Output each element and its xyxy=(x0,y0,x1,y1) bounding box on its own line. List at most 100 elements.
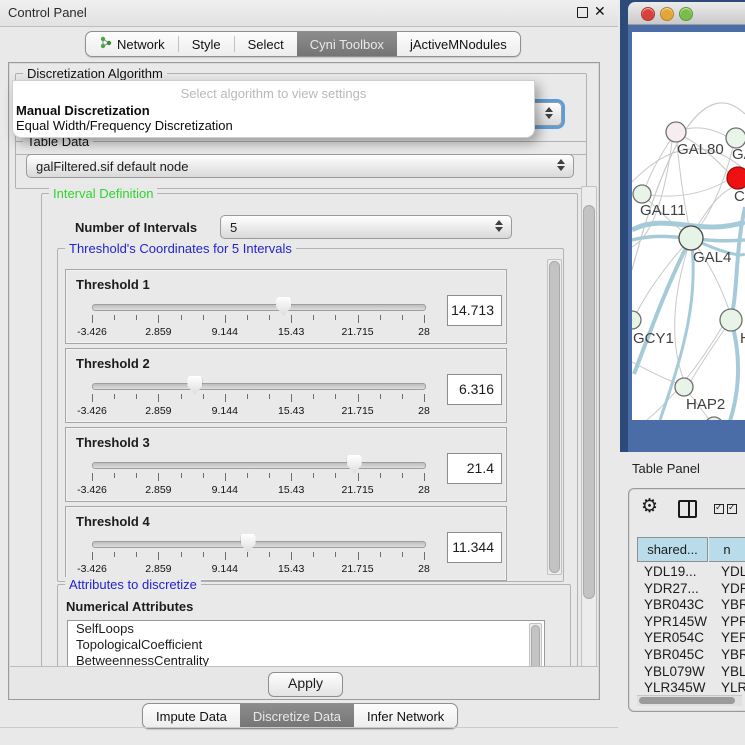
tick-mark xyxy=(358,552,359,560)
tick-mark xyxy=(335,394,336,399)
screen: Control Panel ✕ Network Style SelectCyni T… xyxy=(0,0,745,745)
number-of-intervals-combobox[interactable]: 5 xyxy=(220,215,512,239)
group-title: Interval Definition xyxy=(49,186,157,201)
column-header-name[interactable]: n xyxy=(709,537,745,562)
tab-style[interactable]: Style xyxy=(179,32,234,56)
table-horizontal-scrollbar[interactable] xyxy=(637,695,742,706)
column-header-shared-name[interactable]: shared... xyxy=(637,537,708,562)
network-node-ga[interactable] xyxy=(726,128,745,148)
spinner-arrows-icon xyxy=(495,220,503,232)
network-icon xyxy=(99,36,112,52)
tab-discretize-data[interactable]: Discretize Data xyxy=(240,704,354,728)
thresholds-scrollbar[interactable] xyxy=(547,259,562,575)
threshold-value-field[interactable]: 11.344 xyxy=(447,532,502,563)
group-title: Attributes to discretize xyxy=(65,577,201,592)
tick-mark xyxy=(358,473,359,481)
cell-name: YBL0 xyxy=(721,664,745,679)
threshold-value-field[interactable]: 14.713 xyxy=(447,295,502,326)
network-node-c[interactable] xyxy=(727,167,745,189)
panel-title: Control Panel xyxy=(8,5,87,20)
tick-label: 28 xyxy=(418,326,430,338)
table-row[interactable]: YPR145WYPR1 xyxy=(637,614,745,631)
network-node-label: GAL80 xyxy=(677,141,724,158)
tick-mark xyxy=(269,473,270,478)
tab-select[interactable]: Select xyxy=(235,32,297,56)
table-row[interactable]: YDR27...YDR2 xyxy=(637,581,745,598)
threshold-panel: Threshold 2-3.4262.8599.14415.4321.71528… xyxy=(65,348,507,423)
tick-mark xyxy=(225,394,226,402)
tick-mark xyxy=(380,552,381,557)
checkboxes-icon[interactable] xyxy=(714,504,737,514)
threshold-value-field[interactable]: 21.4 xyxy=(447,453,502,484)
tick-mark xyxy=(136,394,137,399)
slider-thumb[interactable] xyxy=(187,376,202,395)
table-row[interactable]: YLR345WYLR3 xyxy=(637,680,745,695)
table-data-combobox[interactable]: galFiltered.sif default node xyxy=(26,154,574,178)
tick-mark xyxy=(158,394,159,402)
tab-infer-network[interactable]: Infer Network xyxy=(354,704,457,728)
apply-button[interactable]: Apply xyxy=(268,672,343,697)
tab-impute-data[interactable]: Impute Data xyxy=(143,704,240,728)
network-node-label: C xyxy=(734,188,745,205)
tab-jactivemnodules[interactable]: jActiveMNodules xyxy=(397,32,520,56)
tab-label: Style xyxy=(192,37,221,52)
table-data-value: galFiltered.sif default node xyxy=(36,159,188,174)
table-row[interactable]: YBR043CYBR0 xyxy=(637,597,745,614)
tick-label: 9.144 xyxy=(212,563,238,575)
network-node-hap2[interactable] xyxy=(675,378,693,396)
slider-track[interactable] xyxy=(92,541,426,548)
float-window-icon[interactable] xyxy=(577,7,588,18)
network-node-gcy1[interactable] xyxy=(632,311,641,329)
tick-mark xyxy=(136,552,137,557)
slider-thumb[interactable] xyxy=(276,297,291,316)
attribute-list-item[interactable]: TopologicalCoefficient xyxy=(68,637,544,653)
tick-mark xyxy=(358,394,359,402)
network-node-gal80[interactable] xyxy=(666,122,686,142)
table-row[interactable]: YBR045CYBR0 xyxy=(637,647,745,664)
slider-track[interactable] xyxy=(92,462,426,469)
gear-icon[interactable]: ⚙ xyxy=(641,495,658,518)
tick-mark xyxy=(269,552,270,557)
panel-scrollbar[interactable] xyxy=(581,186,597,667)
threshold-value-field[interactable]: 6.316 xyxy=(447,374,502,405)
network-node-gal4[interactable] xyxy=(679,226,703,250)
mac-zoom-icon[interactable] xyxy=(679,7,693,21)
network-canvas[interactable]: GAL80GACGAL11GAL4GCY1HHAP2 xyxy=(632,32,745,420)
tick-label: 2.859 xyxy=(145,326,171,338)
algorithm-option[interactable]: Equal Width/Frequency Discretization xyxy=(16,118,233,133)
cell-name: YBR0 xyxy=(721,647,745,662)
group-title: Discretization Algorithm xyxy=(23,66,167,81)
split-panes-icon[interactable] xyxy=(678,500,697,518)
network-node-gal11[interactable] xyxy=(633,185,651,203)
tick-label: 15.43 xyxy=(278,326,304,338)
mac-close-icon[interactable] xyxy=(641,7,655,21)
tick-mark xyxy=(247,552,248,557)
network-node-h[interactable] xyxy=(720,309,742,331)
network-window-titlebar xyxy=(628,2,745,25)
tick-mark xyxy=(181,552,182,557)
cell-name: YDR2 xyxy=(721,581,745,596)
threshold-panel: Threshold 4-3.4262.8599.14415.4321.71528… xyxy=(65,506,507,581)
tick-mark xyxy=(92,394,93,402)
tab-label: Impute Data xyxy=(156,709,227,724)
cell-name: YLR3 xyxy=(721,680,745,695)
tick-label: 28 xyxy=(418,563,430,575)
algorithm-option[interactable]: Manual Discretization xyxy=(16,103,150,118)
table-row[interactable]: YDL19...YDL1 xyxy=(637,564,745,581)
tick-mark xyxy=(358,315,359,323)
mac-minimize-icon[interactable] xyxy=(660,7,674,21)
tick-mark xyxy=(269,315,270,320)
table-row[interactable]: YBL079WYBL0 xyxy=(637,664,745,681)
tick-mark xyxy=(203,473,204,478)
slider-track[interactable] xyxy=(92,383,426,390)
tick-mark xyxy=(380,394,381,399)
table-row[interactable]: YER054CYER0 xyxy=(637,630,745,647)
slider-track[interactable] xyxy=(92,304,426,311)
slider-thumb[interactable] xyxy=(347,455,362,474)
slider-thumb[interactable] xyxy=(241,534,256,553)
tab-cyni-toolbox[interactable]: Cyni Toolbox xyxy=(297,32,397,56)
tab-network[interactable]: Network xyxy=(86,32,178,56)
tab-label: Infer Network xyxy=(367,709,444,724)
attribute-list-item[interactable]: SelfLoops xyxy=(68,621,544,637)
close-icon[interactable]: ✕ xyxy=(594,3,606,20)
